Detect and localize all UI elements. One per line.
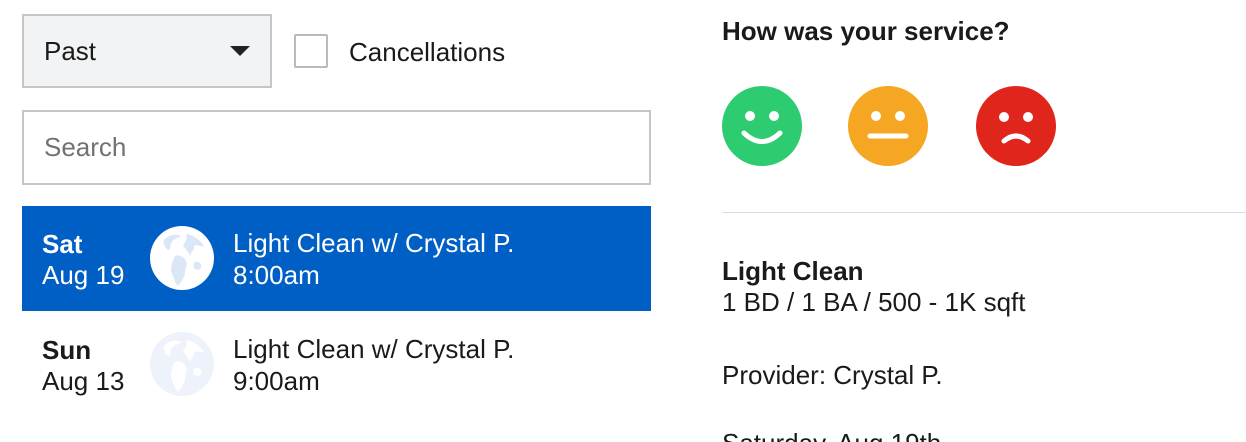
caret-down-icon: [230, 46, 250, 56]
appointment-time: 9:00am: [233, 366, 320, 396]
filter-select-value: Past: [44, 35, 97, 66]
detail-date: Saturday, Aug 19th: [722, 427, 941, 442]
appointment-item-selected[interactable]: Sat Aug 19 Light Clean w/ Crystal P. 8:0…: [22, 206, 651, 311]
appointment-title: Light Clean w/ Crystal P.: [233, 228, 515, 258]
provider-avatar-icon: [150, 226, 214, 290]
rating-question: How was your service?: [722, 16, 1010, 46]
filter-select[interactable]: Past: [22, 14, 272, 88]
happy-face-icon[interactable]: [722, 86, 802, 166]
appointment-day: Sat: [42, 229, 83, 259]
search-input[interactable]: [22, 110, 651, 185]
appointment-time: 8:00am: [233, 260, 320, 290]
appointment-date: Aug 19: [42, 260, 125, 290]
detail-home-size: 1 BD / 1 BA / 500 - 1K sqft: [722, 287, 1026, 317]
appointment-item[interactable]: Sun Aug 13 Light Clean w/ Crystal P. 9:0…: [22, 312, 651, 417]
appointment-date: Aug 13: [42, 366, 125, 396]
cancellations-checkbox[interactable]: [294, 34, 328, 68]
detail-provider: Provider: Crystal P.: [722, 360, 943, 390]
appointment-day: Sun: [42, 335, 92, 365]
neutral-face-icon[interactable]: [848, 86, 928, 166]
detail-service-title: Light Clean: [722, 256, 864, 286]
section-divider: [722, 212, 1246, 213]
cancellations-label[interactable]: Cancellations: [349, 36, 505, 68]
sad-face-icon[interactable]: [976, 86, 1056, 166]
provider-avatar-icon: [150, 332, 214, 396]
appointment-title: Light Clean w/ Crystal P.: [233, 334, 515, 364]
